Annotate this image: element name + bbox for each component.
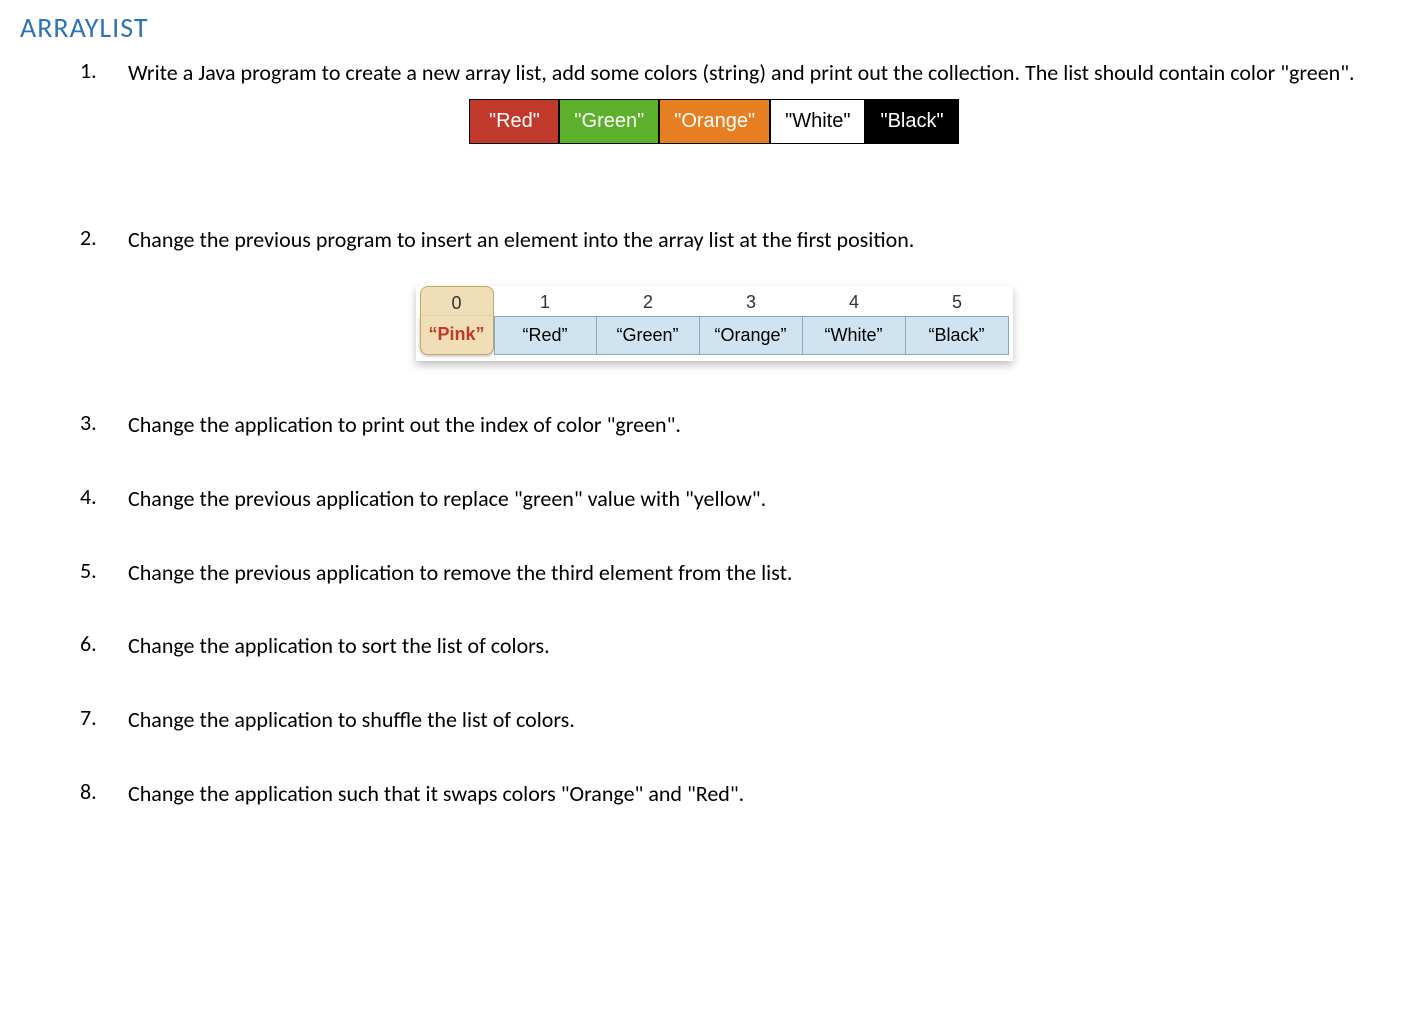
item-text: Change the application to sort the list … (128, 630, 550, 662)
value-cell: “Black” (906, 316, 1009, 355)
index-cell: 5 (906, 286, 1009, 316)
item-text: Change the application such that it swap… (128, 778, 744, 810)
list-item: 7. Change the application to shuffle the… (80, 704, 1408, 736)
index-row: 0 1 2 3 4 5 (420, 286, 1009, 316)
item-text: Change the previous application to remov… (128, 557, 793, 589)
question-list-cont2: 3. Change the application to print out t… (20, 409, 1408, 810)
question-list: 1. Write a Java program to create a new … (20, 57, 1408, 89)
value-cell: “White” (803, 316, 906, 355)
color-box-white: "White" (770, 99, 865, 144)
item-number: 4. (80, 483, 128, 515)
value-cell-inserted: “Pink” (420, 316, 494, 355)
index-cell: 3 (700, 286, 803, 316)
item-text: Change the application to print out the … (128, 409, 681, 441)
value-cell: “Red” (494, 316, 597, 355)
color-box-black: "Black" (865, 99, 958, 144)
item-number: 6. (80, 630, 128, 662)
list-item: 3. Change the application to print out t… (80, 409, 1408, 441)
color-box-green: "Green" (559, 99, 659, 144)
index-cell: 1 (494, 286, 597, 316)
color-box-orange: "Orange" (659, 99, 770, 144)
list-item: 2. Change the previous program to insert… (80, 224, 1408, 256)
question-list-cont: 2. Change the previous program to insert… (20, 224, 1408, 256)
indexed-array-diagram: 0 1 2 3 4 5 “Pink” “Red” “Green” “Orange… (20, 286, 1408, 361)
item-number: 7. (80, 704, 128, 736)
item-text: Change the application to shuffle the li… (128, 704, 575, 736)
page-title: ARRAYLIST (20, 10, 1408, 45)
item-text: Write a Java program to create a new arr… (128, 57, 1355, 89)
list-item: 5. Change the previous application to re… (80, 557, 1408, 589)
color-boxes-diagram: "Red" "Green" "Orange" "White" "Black" (20, 99, 1408, 144)
indexed-array-card: 0 1 2 3 4 5 “Pink” “Red” “Green” “Orange… (416, 286, 1013, 361)
item-text: Change the previous program to insert an… (128, 224, 914, 256)
item-number: 2. (80, 224, 128, 256)
value-row: “Pink” “Red” “Green” “Orange” “White” “B… (420, 316, 1009, 355)
value-cell: “Green” (597, 316, 700, 355)
list-item: 1. Write a Java program to create a new … (80, 57, 1408, 89)
list-item: 8. Change the application such that it s… (80, 778, 1408, 810)
index-cell: 4 (803, 286, 906, 316)
item-number: 3. (80, 409, 128, 441)
item-number: 5. (80, 557, 128, 589)
color-box-red: "Red" (469, 99, 559, 144)
item-text: Change the previous application to repla… (128, 483, 766, 515)
color-boxes-row: "Red" "Green" "Orange" "White" "Black" (469, 99, 958, 144)
item-number: 8. (80, 778, 128, 810)
index-cell: 0 (420, 286, 494, 316)
value-cell: “Orange” (700, 316, 803, 355)
index-cell: 2 (597, 286, 700, 316)
list-item: 4. Change the previous application to re… (80, 483, 1408, 515)
list-item: 6. Change the application to sort the li… (80, 630, 1408, 662)
item-number: 1. (80, 57, 128, 89)
